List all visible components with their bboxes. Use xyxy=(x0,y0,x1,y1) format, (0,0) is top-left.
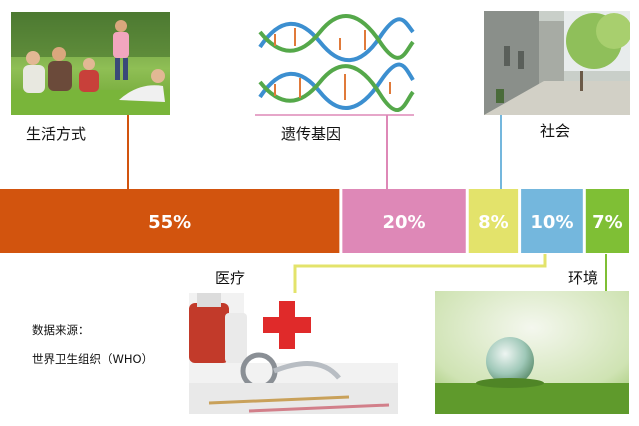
bar-value-label-0: 55% xyxy=(148,212,191,233)
bar-value-label-1: 20% xyxy=(383,212,426,233)
bar-value-label-3: 10% xyxy=(530,212,573,233)
bar-value-label-2: 8% xyxy=(478,212,509,233)
stacked-bar-chart: 55% 20% 8% 10% 7% xyxy=(0,189,629,253)
connector-medical xyxy=(293,254,547,293)
label-environment: 环境 xyxy=(568,269,599,287)
source-value: 世界卫生组织（WHO） xyxy=(32,352,154,366)
label-medical: 医疗 xyxy=(215,269,246,287)
bar-value-label-4: 7% xyxy=(592,212,623,233)
label-society: 社会 xyxy=(540,122,571,140)
label-lifestyle: 生活方式 xyxy=(26,125,87,143)
source-label: 数据来源： xyxy=(32,323,90,337)
label-genetics: 遗传基因 xyxy=(281,125,342,143)
